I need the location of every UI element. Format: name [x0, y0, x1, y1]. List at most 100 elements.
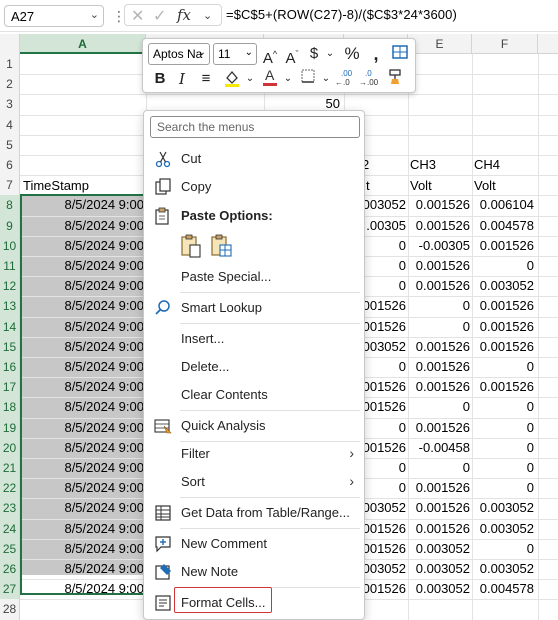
cell-e18[interactable]: 0 — [408, 399, 470, 414]
select-all-corner[interactable] — [0, 34, 20, 54]
cell-f24[interactable]: 0.003052 — [472, 521, 534, 536]
chevron-down-icon[interactable]: ⌄ — [319, 43, 341, 65]
cell-e12[interactable]: 0.001526 — [408, 278, 470, 293]
chevron-down-icon[interactable]: ⌄ — [203, 9, 212, 22]
row-header-10[interactable]: 10 — [0, 235, 20, 256]
cell-e14[interactable]: 0 — [408, 319, 470, 334]
cell-a13[interactable]: 8/5/2024 9:00 — [22, 298, 144, 313]
cell-a24[interactable]: 8/5/2024 9:00 — [22, 521, 144, 536]
cell-e26[interactable]: 0.003052 — [408, 561, 470, 576]
cell-a20[interactable]: 8/5/2024 9:00 — [22, 440, 144, 455]
cell-f17[interactable]: 0.001526 — [472, 379, 534, 394]
formula-input[interactable]: =$C$5+(ROW(C27)-8)/($C$3*24*3600) — [226, 7, 457, 22]
row-header-14[interactable]: 14 — [0, 316, 20, 337]
cell-f22[interactable]: 0 — [472, 480, 534, 495]
row-header-12[interactable]: 12 — [0, 276, 20, 297]
cell-e7[interactable]: Volt — [410, 178, 470, 193]
cell-e9[interactable]: 0.001526 — [408, 218, 470, 233]
menu-item-delete[interactable]: Delete... — [144, 354, 364, 380]
menu-item-quick-analysis[interactable]: Quick Analysis — [144, 413, 364, 439]
percent-icon[interactable]: % — [341, 43, 363, 65]
cell-f26[interactable]: 0.003052 — [472, 561, 534, 576]
cell-f11[interactable]: 0 — [472, 258, 534, 273]
cell-a19[interactable]: 8/5/2024 9:00 — [22, 420, 144, 435]
cell-e24[interactable]: 0.001526 — [408, 521, 470, 536]
row-header-6[interactable]: 6 — [0, 155, 20, 176]
menu-item-new-note[interactable]: New Note — [144, 559, 364, 585]
cell-e20[interactable]: -0.00458 — [408, 440, 470, 455]
paste-icon[interactable] — [180, 233, 204, 262]
cell-a16[interactable]: 8/5/2024 9:00 — [22, 359, 144, 374]
cell-f10[interactable]: 0.001526 — [472, 238, 534, 253]
cell-e16[interactable]: 0.001526 — [408, 359, 470, 374]
cell-f27[interactable]: 0.004578 — [472, 581, 534, 596]
cell-f25[interactable]: 0 — [472, 541, 534, 556]
cell-e22[interactable]: 0.001526 — [408, 480, 470, 495]
cell-f6[interactable]: CH4 — [474, 157, 534, 172]
cell-a26[interactable]: 8/5/2024 9:00 — [22, 561, 144, 576]
cell-f13[interactable]: 0.001526 — [472, 298, 534, 313]
row-header-5[interactable]: 5 — [0, 134, 20, 155]
cell-f14[interactable]: 0.001526 — [472, 319, 534, 334]
menu-item-copy[interactable]: Copy — [144, 174, 364, 200]
increase-font-icon[interactable]: A^ — [259, 43, 281, 67]
comma-style-icon[interactable]: , — [365, 43, 387, 65]
enter-icon[interactable]: ✓ — [153, 6, 166, 26]
cell-a25[interactable]: 8/5/2024 9:00 — [22, 541, 144, 556]
cell-f16[interactable]: 0 — [472, 359, 534, 374]
row-header-22[interactable]: 22 — [0, 478, 20, 499]
cell-e13[interactable]: 0 — [408, 298, 470, 313]
italic-icon[interactable]: I — [171, 68, 193, 90]
row-header-18[interactable]: 18 — [0, 397, 20, 418]
cell-c3[interactable]: 50 — [264, 96, 340, 111]
cell-e17[interactable]: 0.001526 — [408, 379, 470, 394]
cell-f19[interactable]: 0 — [472, 420, 534, 435]
menu-item-paste-special[interactable]: Paste Special... — [144, 264, 364, 290]
cell-e21[interactable]: 0 — [408, 460, 470, 475]
cell-e25[interactable]: 0.003052 — [408, 541, 470, 556]
cell-e15[interactable]: 0.001526 — [408, 339, 470, 354]
row-header-11[interactable]: 11 — [0, 256, 20, 277]
row-header-2[interactable]: 2 — [0, 74, 20, 95]
menu-item-insert[interactable]: Insert... — [144, 326, 364, 352]
menu-item-filter[interactable]: Filter › — [144, 441, 364, 467]
cell-a7[interactable]: TimeStamp — [23, 178, 143, 193]
cell-f20[interactable]: 0 — [472, 440, 534, 455]
cell-a9[interactable]: 8/5/2024 9:00 — [22, 218, 144, 233]
chevron-down-icon[interactable]: ⌄ — [239, 68, 261, 90]
row-header-4[interactable]: 4 — [0, 114, 20, 135]
cell-a12[interactable]: 8/5/2024 9:00 — [22, 278, 144, 293]
cell-e27[interactable]: 0.003052 — [408, 581, 470, 596]
menu-item-new-comment[interactable]: New Comment — [144, 531, 364, 557]
cell-f21[interactable]: 0 — [472, 460, 534, 475]
align-center-icon[interactable]: ≡ — [195, 68, 217, 90]
cell-a15[interactable]: 8/5/2024 9:00 — [22, 339, 144, 354]
format-painter-icon[interactable] — [385, 68, 407, 90]
menu-item-cut[interactable]: Cut — [144, 146, 364, 172]
cell-f7[interactable]: Volt — [474, 178, 534, 193]
cell-f9[interactable]: 0.004578 — [472, 218, 534, 233]
cell-e11[interactable]: 0.001526 — [408, 258, 470, 273]
decrease-font-icon[interactable]: Aˇ — [281, 43, 303, 67]
row-header-28[interactable]: 28 — [0, 599, 20, 620]
insert-function-icon[interactable]: fx — [177, 6, 191, 24]
font-size-select[interactable]: 11 ⌄ — [213, 43, 257, 65]
wrap-format-icon[interactable] — [389, 43, 411, 65]
increase-decimal-icon[interactable]: .0 →.00 — [359, 68, 381, 90]
row-header-3[interactable]: 3 — [0, 94, 20, 115]
cell-f18[interactable]: 0 — [472, 399, 534, 414]
font-name-select[interactable]: Aptos Na ⌄ — [148, 43, 210, 65]
cell-e8[interactable]: 0.001526 — [408, 197, 470, 212]
cell-f15[interactable]: 0.001526 — [472, 339, 534, 354]
row-header-21[interactable]: 21 — [0, 458, 20, 479]
cell-f12[interactable]: 0.003052 — [472, 278, 534, 293]
menu-item-clear-contents[interactable]: Clear Contents — [144, 382, 364, 408]
cell-f23[interactable]: 0.003052 — [472, 500, 534, 515]
cell-d6[interactable]: 2 — [362, 157, 402, 172]
row-header-1[interactable]: 1 — [0, 54, 20, 75]
cell-f8[interactable]: 0.006104 — [472, 197, 534, 212]
menu-item-get-data[interactable]: Get Data from Table/Range... — [144, 500, 364, 526]
row-header-23[interactable]: 23 — [0, 498, 20, 519]
row-header-24[interactable]: 24 — [0, 518, 20, 539]
menu-search-input[interactable]: Search the menus — [150, 116, 360, 138]
